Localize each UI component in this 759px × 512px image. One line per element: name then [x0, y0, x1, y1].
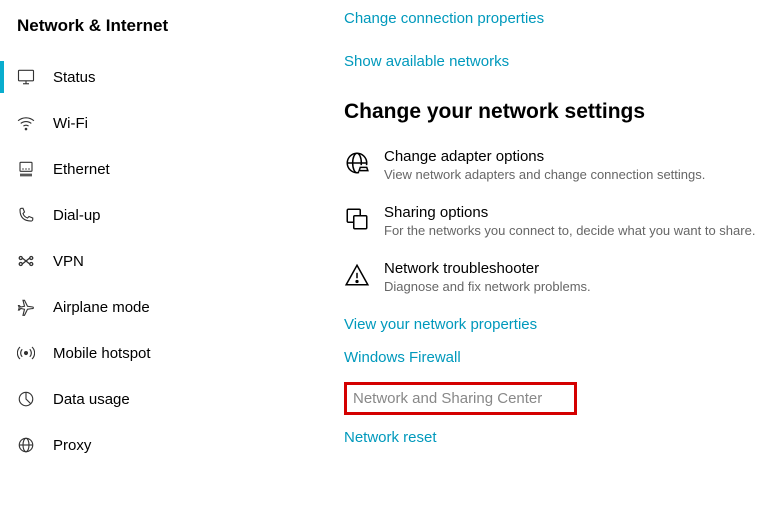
sidebar-item-hotspot[interactable]: Mobile hotspot — [0, 330, 320, 376]
airplane-icon — [17, 298, 35, 316]
setting-title: Change adapter options — [384, 148, 705, 165]
sidebar-item-vpn[interactable]: VPN — [0, 238, 320, 284]
setting-desc: For the networks you connect to, decide … — [384, 223, 755, 238]
sidebar-item-label: Airplane mode — [53, 299, 150, 316]
sidebar-item-datausage[interactable]: Data usage — [0, 376, 320, 422]
change-connection-props-link[interactable]: Change connection properties — [344, 10, 759, 27]
setting-desc: View network adapters and change connect… — [384, 167, 705, 182]
sidebar-item-proxy[interactable]: Proxy — [0, 422, 320, 468]
setting-troubleshooter[interactable]: Network troubleshooter Diagnose and fix … — [344, 260, 759, 294]
sidebar: Network & Internet Status Wi-Fi Ethernet… — [0, 0, 320, 512]
sidebar-item-label: VPN — [53, 253, 84, 270]
monitor-icon — [17, 68, 35, 86]
setting-title: Sharing options — [384, 204, 755, 221]
hotspot-icon — [17, 344, 35, 362]
data-usage-icon — [17, 390, 35, 408]
sidebar-item-label: Dial-up — [53, 207, 101, 224]
main-content: Change connection properties Show availa… — [320, 0, 759, 512]
sidebar-item-label: Status — [53, 69, 96, 86]
globe-icon — [17, 436, 35, 454]
sidebar-item-label: Data usage — [53, 391, 130, 408]
show-available-networks-link[interactable]: Show available networks — [344, 53, 759, 70]
wifi-icon — [17, 114, 35, 132]
adapter-icon — [344, 150, 370, 176]
sidebar-item-label: Proxy — [53, 437, 91, 454]
phone-icon — [17, 206, 35, 224]
sidebar-item-label: Ethernet — [53, 161, 110, 178]
section-heading: Change your network settings — [344, 100, 759, 124]
setting-desc: Diagnose and fix network problems. — [384, 279, 591, 294]
sidebar-item-wifi[interactable]: Wi-Fi — [0, 100, 320, 146]
network-reset-link[interactable]: Network reset — [344, 429, 759, 446]
sidebar-item-dialup[interactable]: Dial-up — [0, 192, 320, 238]
network-sharing-center-link[interactable]: Network and Sharing Center — [353, 390, 542, 407]
view-network-properties-link[interactable]: View your network properties — [344, 316, 759, 333]
ethernet-icon — [17, 160, 35, 178]
sidebar-item-label: Wi-Fi — [53, 115, 88, 132]
highlight-annotation: Network and Sharing Center — [344, 382, 577, 415]
sidebar-item-label: Mobile hotspot — [53, 345, 151, 362]
sidebar-title: Network & Internet — [0, 10, 320, 54]
warning-icon — [344, 262, 370, 288]
windows-firewall-link[interactable]: Windows Firewall — [344, 349, 759, 366]
vpn-icon — [17, 252, 35, 270]
sidebar-item-status[interactable]: Status — [0, 54, 320, 100]
sharing-icon — [344, 206, 370, 232]
setting-sharing-options[interactable]: Sharing options For the networks you con… — [344, 204, 759, 238]
sidebar-item-ethernet[interactable]: Ethernet — [0, 146, 320, 192]
sidebar-item-airplane[interactable]: Airplane mode — [0, 284, 320, 330]
setting-adapter-options[interactable]: Change adapter options View network adap… — [344, 148, 759, 182]
setting-title: Network troubleshooter — [384, 260, 591, 277]
